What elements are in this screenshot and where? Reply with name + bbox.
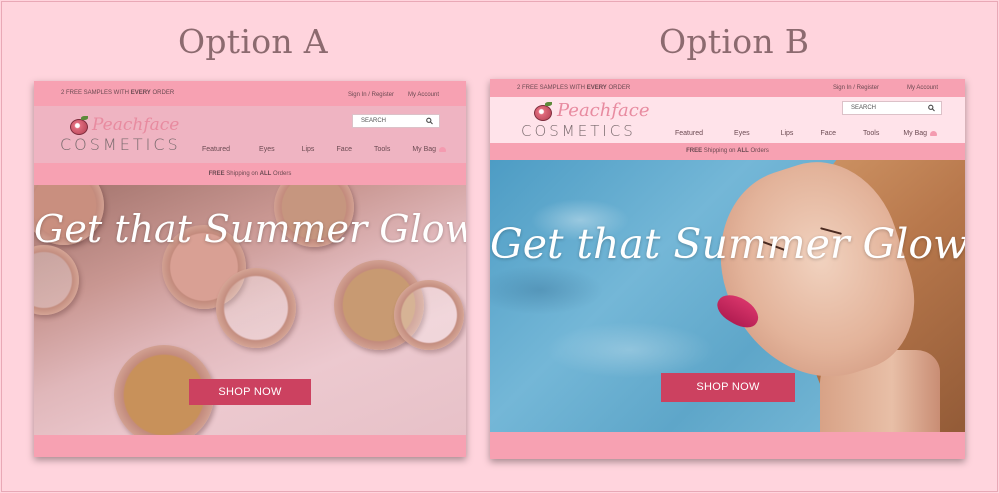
shipping-strip: FREE Shipping on ALL Orders bbox=[34, 163, 466, 185]
nav-featured[interactable]: Featured bbox=[675, 130, 703, 137]
header: Peachface COSMETICS SEARCH Featured Eyes… bbox=[490, 97, 965, 143]
sign-in-link[interactable]: Sign In / Register bbox=[833, 85, 879, 91]
logo-caps-text: COSMETICS bbox=[521, 122, 636, 140]
shipping-suffix: Orders bbox=[748, 148, 769, 154]
shipping-bold2: ALL bbox=[259, 171, 272, 177]
compact-lid-image bbox=[394, 280, 464, 350]
peach-leaf-icon bbox=[545, 102, 552, 106]
search-icon[interactable] bbox=[426, 117, 433, 125]
logo-script-text: Peachface bbox=[557, 100, 650, 121]
promo-bold: EVERY bbox=[130, 90, 151, 96]
peach-leaf-icon bbox=[81, 116, 88, 120]
nav-eyes[interactable]: Eyes bbox=[734, 130, 750, 137]
nav-lips[interactable]: Lips bbox=[781, 130, 794, 137]
shop-now-button[interactable]: SHOP NOW bbox=[661, 373, 795, 402]
shipping-bold: FREE bbox=[208, 171, 225, 177]
nav-my-bag[interactable]: My Bag bbox=[412, 146, 447, 153]
my-account-link[interactable]: My Account bbox=[907, 85, 938, 91]
footer-bar bbox=[490, 432, 965, 459]
bag-icon bbox=[930, 130, 938, 136]
promo-suffix: ORDER bbox=[606, 85, 631, 91]
promo-bold: EVERY bbox=[586, 85, 607, 91]
my-account-link[interactable]: My Account bbox=[408, 92, 439, 98]
top-bar: 2 FREE SAMPLES WITH EVERY ORDER Sign In … bbox=[34, 81, 466, 106]
shipping-mid: Shipping on bbox=[224, 171, 260, 177]
option-a-mockup: 2 FREE SAMPLES WITH EVERY ORDER Sign In … bbox=[34, 81, 466, 457]
search-placeholder: SEARCH bbox=[361, 118, 387, 124]
compact-lid-image bbox=[34, 245, 79, 315]
shipping-bold2: ALL bbox=[737, 148, 749, 154]
hero-banner: Get that Summer Glow SHOP NOW bbox=[34, 185, 466, 435]
peach-logo-icon bbox=[70, 119, 88, 135]
logo-script-text: Peachface bbox=[92, 115, 180, 135]
search-input[interactable]: SEARCH bbox=[842, 101, 942, 115]
search-input[interactable]: SEARCH bbox=[352, 114, 440, 128]
shipping-strip: FREE Shipping on ALL Orders bbox=[490, 143, 965, 160]
header: Peachface COSMETICS SEARCH Featured Eyes… bbox=[34, 106, 466, 163]
main-nav: Featured Eyes Lips Face Tools My Bag bbox=[675, 130, 938, 137]
nav-face[interactable]: Face bbox=[336, 146, 352, 153]
footer-bar bbox=[34, 435, 466, 457]
nav-my-bag[interactable]: My Bag bbox=[903, 130, 938, 137]
nav-lips[interactable]: Lips bbox=[302, 146, 315, 153]
promo-text: 2 FREE SAMPLES WITH EVERY ORDER bbox=[61, 90, 174, 96]
nav-face[interactable]: Face bbox=[820, 130, 836, 137]
nav-my-bag-label: My Bag bbox=[903, 130, 928, 137]
nav-my-bag-label: My Bag bbox=[412, 146, 437, 153]
promo-prefix: 2 FREE SAMPLES WITH bbox=[61, 90, 131, 96]
option-a-title: Option A bbox=[178, 22, 328, 61]
main-nav: Featured Eyes Lips Face Tools My Bag bbox=[202, 146, 447, 153]
hero-headline: Get that Summer Glow bbox=[34, 207, 466, 251]
promo-text: 2 FREE SAMPLES WITH EVERY ORDER bbox=[517, 85, 630, 91]
nav-tools[interactable]: Tools bbox=[863, 130, 879, 137]
hero-banner: Get that Summer Glow SHOP NOW bbox=[490, 160, 965, 432]
shipping-mid: Shipping on bbox=[702, 148, 738, 154]
logo-caps-text: COSMETICS bbox=[60, 135, 181, 154]
shipping-bold: FREE bbox=[686, 148, 703, 154]
nav-featured[interactable]: Featured bbox=[202, 146, 230, 153]
shop-now-button[interactable]: SHOP NOW bbox=[189, 379, 311, 405]
account-links: Sign In / Register My Account bbox=[348, 92, 439, 98]
option-b-title: Option B bbox=[659, 22, 810, 61]
logo[interactable]: Peachface COSMETICS bbox=[521, 99, 651, 141]
option-b-mockup: 2 FREE SAMPLES WITH EVERY ORDER Sign In … bbox=[490, 79, 965, 459]
nav-tools[interactable]: Tools bbox=[374, 146, 390, 153]
nav-eyes[interactable]: Eyes bbox=[259, 146, 275, 153]
compact-lid-image bbox=[216, 268, 296, 348]
sign-in-link[interactable]: Sign In / Register bbox=[348, 92, 394, 98]
bag-icon bbox=[439, 146, 447, 152]
account-links: Sign In / Register My Account bbox=[833, 85, 938, 91]
hero-headline: Get that Summer Glow bbox=[490, 220, 965, 268]
promo-prefix: 2 FREE SAMPLES WITH bbox=[517, 85, 587, 91]
shipping-suffix: Orders bbox=[271, 171, 292, 177]
promo-suffix: ORDER bbox=[150, 90, 175, 96]
logo[interactable]: Peachface COSMETICS bbox=[60, 114, 190, 154]
top-bar: 2 FREE SAMPLES WITH EVERY ORDER Sign In … bbox=[490, 79, 965, 97]
search-placeholder: SEARCH bbox=[851, 105, 877, 111]
search-icon[interactable] bbox=[928, 104, 935, 112]
peach-logo-icon bbox=[534, 105, 552, 121]
